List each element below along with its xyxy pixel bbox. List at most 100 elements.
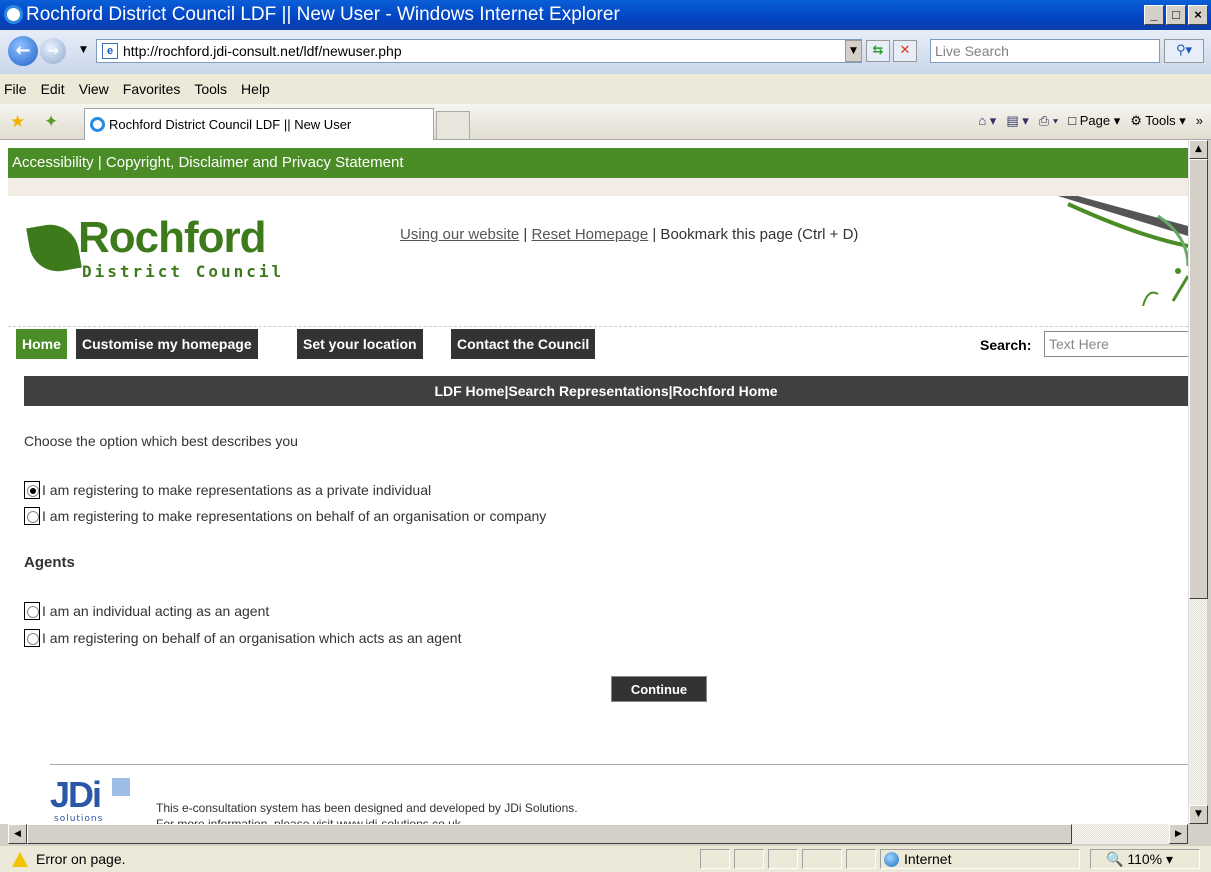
page-menu-label: Page xyxy=(1079,113,1111,128)
cream-band xyxy=(8,178,1188,196)
horizontal-scroll-thumb[interactable] xyxy=(27,824,1072,844)
stop-button[interactable]: ✕ xyxy=(893,40,917,62)
ldf-links-bar[interactable]: LDF Home|Search Representations|Rochford… xyxy=(24,376,1188,406)
menu-view[interactable]: View xyxy=(79,81,109,97)
footer-line-2[interactable]: For more information, please visit www.j… xyxy=(156,816,578,824)
history-dropdown-icon[interactable]: ▼ xyxy=(80,45,87,55)
footer-text: This e-consultation system has been desi… xyxy=(156,800,578,824)
jdi-logo-sub: solutions xyxy=(54,814,104,824)
jdi-logo-text: JDi xyxy=(50,774,102,815)
globe-icon xyxy=(884,852,899,867)
browser-tab[interactable]: Rochford District Council LDF || New Use… xyxy=(84,108,434,140)
security-zone: Internet xyxy=(904,851,952,867)
url-dropdown-icon[interactable]: ▼ xyxy=(845,40,862,62)
logo-subtitle: District Council xyxy=(82,262,285,281)
jdi-logo-square xyxy=(112,778,130,796)
feeds-icon[interactable]: ▤ ▾ xyxy=(1006,113,1028,129)
nav-contact[interactable]: Contact the Council xyxy=(451,329,596,359)
warning-icon[interactable] xyxy=(12,852,28,867)
tools-menu[interactable]: ⚙ Tools ▾ xyxy=(1130,113,1186,129)
scroll-right-icon[interactable]: ▶ xyxy=(1169,824,1188,844)
url-field[interactable]: e http://rochford.jdi-consult.net/ldf/ne… xyxy=(96,39,862,63)
decorative-leaves-graphic xyxy=(1058,196,1188,306)
home-icon[interactable]: ⌂ ▾ xyxy=(978,113,996,129)
popup-blocker-cell[interactable] xyxy=(802,849,842,869)
jdi-logo[interactable]: JDi solutions xyxy=(50,776,140,824)
page-icon: e xyxy=(102,43,118,59)
favorites-star-icon[interactable]: ★ xyxy=(10,112,25,132)
nav-home[interactable]: Home xyxy=(16,329,67,359)
menu-tools[interactable]: Tools xyxy=(194,81,227,97)
header-links: Using our website | Reset Homepage | Boo… xyxy=(400,226,858,243)
header-sep: | xyxy=(519,226,532,243)
continue-button[interactable]: Continue xyxy=(611,676,707,702)
url-text: http://rochford.jdi-consult.net/ldf/newu… xyxy=(123,43,402,59)
maximize-button[interactable]: □ xyxy=(1166,5,1186,25)
status-cell xyxy=(734,849,764,869)
zoom-value: 110% xyxy=(1127,851,1163,867)
menu-favorites[interactable]: Favorites xyxy=(123,81,181,97)
horizontal-scrollbar[interactable]: ◀ ▶ xyxy=(8,824,1188,844)
chevron-more-icon[interactable]: » xyxy=(1196,113,1203,129)
tab-ie-icon xyxy=(90,117,105,132)
status-bar: Error on page. Internet 🔍 110% ▾ xyxy=(0,846,1211,872)
main-nav: Home Customise my homepage Set your loca… xyxy=(8,326,1188,359)
live-search-input[interactable]: Live Search xyxy=(930,39,1160,63)
menu-help[interactable]: Help xyxy=(241,81,270,97)
status-message[interactable]: Error on page. xyxy=(36,846,126,872)
logo-name: Rochford xyxy=(78,213,267,262)
forward-button[interactable]: → xyxy=(40,38,66,64)
scroll-up-icon[interactable]: ▲ xyxy=(1189,140,1208,159)
ie-icon xyxy=(4,5,23,24)
add-favorites-icon[interactable]: ✦ xyxy=(44,112,58,132)
window-controls: _ □ × xyxy=(1144,5,1208,25)
option-individual-agent[interactable]: I am an individual acting as an agent xyxy=(24,600,269,622)
radio-private-individual[interactable] xyxy=(24,481,40,499)
favorites-bar: ★ ✦ Rochford District Council LDF || New… xyxy=(0,104,1211,140)
radio-individual-agent[interactable] xyxy=(24,602,40,620)
page-menu[interactable]: □ Page ▾ xyxy=(1068,113,1120,129)
new-tab-button[interactable] xyxy=(436,111,470,140)
vertical-scrollbar[interactable]: ▲ ▼ xyxy=(1188,140,1208,824)
window-titlebar: Rochford District Council LDF || New Use… xyxy=(0,0,1211,30)
menu-bar: File Edit View Favorites Tools Help xyxy=(0,74,1211,104)
back-button[interactable]: ← xyxy=(8,36,38,66)
option-label: I am an individual acting as an agent xyxy=(42,603,270,619)
top-links-bar[interactable]: Accessibility | Copyright, Disclaimer an… xyxy=(8,148,1188,178)
option-prompt: Choose the option which best describes y… xyxy=(24,433,298,449)
leaf-icon xyxy=(26,220,82,276)
option-organisation[interactable]: I am registering to make representations… xyxy=(24,505,546,527)
site-search-input[interactable]: Text Here xyxy=(1044,331,1188,357)
nav-customise[interactable]: Customise my homepage xyxy=(76,329,258,359)
option-label: I am registering to make representations… xyxy=(42,508,547,524)
tab-title: Rochford District Council LDF || New Use… xyxy=(109,117,352,132)
command-bar: ⌂ ▾ ▤ ▾ ⎙ ▾ □ Page ▾ ⚙ Tools ▾ » xyxy=(978,113,1203,129)
page-content: Accessibility | Copyright, Disclaimer an… xyxy=(8,140,1188,824)
reset-homepage-link[interactable]: Reset Homepage xyxy=(531,226,648,243)
footer-divider xyxy=(50,764,1188,765)
vertical-scroll-thumb[interactable] xyxy=(1189,159,1208,599)
menu-edit[interactable]: Edit xyxy=(41,81,65,97)
scroll-down-icon[interactable]: ▼ xyxy=(1189,805,1208,824)
footer-line-1: This e-consultation system has been desi… xyxy=(156,801,578,815)
menu-file[interactable]: File xyxy=(4,81,27,97)
status-cell xyxy=(700,849,730,869)
close-button[interactable]: × xyxy=(1188,5,1208,25)
print-icon[interactable]: ⎙ ▾ xyxy=(1039,113,1058,129)
option-label: I am registering on behalf of an organis… xyxy=(42,630,462,646)
radio-organisation[interactable] xyxy=(24,507,40,525)
minimize-button[interactable]: _ xyxy=(1144,5,1164,25)
status-cell xyxy=(846,849,876,869)
refresh-button[interactable]: ⇆ xyxy=(866,40,890,62)
council-logo[interactable]: Rochford District Council xyxy=(26,213,290,284)
using-website-link[interactable]: Using our website xyxy=(400,226,519,243)
scroll-left-icon[interactable]: ◀ xyxy=(8,824,27,844)
radio-organisation-agent[interactable] xyxy=(24,629,40,647)
search-button[interactable]: ⚲▾ xyxy=(1164,39,1204,63)
nav-location[interactable]: Set your location xyxy=(297,329,423,359)
option-organisation-agent[interactable]: I am registering on behalf of an organis… xyxy=(24,627,461,649)
bookmark-text: | Bookmark this page (Ctrl + D) xyxy=(648,226,859,243)
option-private-individual[interactable]: I am registering to make representations… xyxy=(24,479,431,501)
zoom-level[interactable]: 🔍 110% ▾ xyxy=(1106,846,1173,872)
left-margin xyxy=(0,140,8,824)
